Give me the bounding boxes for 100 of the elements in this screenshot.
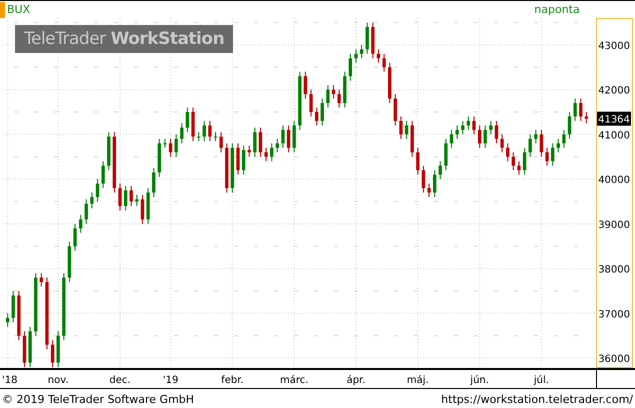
- candle: [320, 98, 324, 126]
- candle: [236, 142, 240, 176]
- y-axis-label: 41000: [598, 130, 630, 142]
- candle: [253, 127, 257, 158]
- candle: [304, 71, 308, 100]
- candle: [416, 147, 420, 176]
- x-axis-label: nov.: [48, 375, 69, 386]
- x-axis-label: máj.: [406, 375, 429, 386]
- candle: [332, 84, 336, 100]
- candle: [50, 340, 54, 368]
- candle: [371, 22, 375, 59]
- candle: [6, 312, 10, 328]
- candle: [107, 132, 110, 171]
- candle: [135, 194, 139, 206]
- candle: [484, 124, 487, 148]
- x-axis-label: '19: [162, 375, 178, 386]
- candle: [343, 71, 346, 108]
- y-axis-label: 36000: [598, 354, 630, 366]
- candle: [112, 132, 116, 194]
- y-axis-label: 43000: [598, 40, 630, 52]
- candle: [360, 44, 364, 59]
- candle: [101, 160, 105, 189]
- candle: [158, 138, 161, 178]
- candle: [438, 160, 442, 180]
- candle: [579, 98, 582, 122]
- candle: [315, 107, 318, 126]
- y-axis-label: 42000: [598, 86, 630, 97]
- candle: [174, 134, 178, 158]
- candle: [466, 116, 470, 130]
- candle: [12, 290, 15, 323]
- candle: [354, 48, 358, 64]
- candle: [242, 145, 246, 176]
- candle: [506, 142, 510, 162]
- candle: [326, 84, 330, 108]
- candle: [90, 192, 94, 209]
- candle: [208, 120, 212, 142]
- candle: [214, 132, 218, 142]
- candle: [500, 134, 504, 153]
- url-text: https://workstation.teletrader.com/: [441, 392, 633, 406]
- candle: [264, 147, 268, 162]
- candle: [562, 129, 566, 148]
- y-axis-label: 38000: [598, 264, 630, 276]
- candle: [180, 122, 184, 144]
- candle: [489, 120, 493, 135]
- candle: [258, 127, 262, 158]
- candle: [512, 152, 515, 171]
- candle: [517, 160, 521, 176]
- candle: [376, 48, 380, 64]
- candle: [534, 129, 538, 144]
- candle: [348, 53, 352, 82]
- x-axis-label: febr.: [221, 375, 244, 386]
- candle: [56, 330, 60, 368]
- x-axis-label: '18: [2, 375, 18, 386]
- candle: [28, 326, 32, 368]
- candle: [168, 138, 172, 158]
- candle: [118, 183, 122, 211]
- candle: [202, 120, 206, 142]
- candle: [22, 330, 26, 368]
- candle: [545, 147, 549, 166]
- candle: [197, 132, 200, 142]
- candle: [152, 167, 156, 198]
- symbol-marker: [0, 2, 5, 18]
- candle: [584, 112, 588, 124]
- copyright-text: © 2019 TeleTrader Software GmbH: [2, 392, 194, 406]
- candle: [573, 98, 577, 122]
- candle: [455, 124, 459, 140]
- x-axis-label: jún.: [470, 375, 489, 386]
- candle: [388, 62, 392, 104]
- candle: [270, 142, 274, 162]
- candle: [366, 22, 369, 54]
- y-axis-label: 40000: [598, 175, 630, 186]
- x-axis-label: dec.: [109, 375, 131, 386]
- candle: [73, 223, 77, 252]
- candle: [404, 120, 408, 140]
- candle: [276, 138, 279, 153]
- candle: [163, 138, 167, 148]
- candle: [248, 145, 251, 158]
- candle: [556, 138, 560, 153]
- candle: [461, 120, 464, 135]
- y-axis-label: 37000: [598, 309, 630, 320]
- y-axis-label: 39000: [598, 220, 630, 231]
- candle: [433, 170, 436, 198]
- candle: [427, 183, 431, 198]
- candle: [568, 112, 572, 140]
- candle: [140, 194, 144, 224]
- candle: [68, 241, 72, 283]
- candle: [281, 124, 285, 148]
- price-badge: 41364: [597, 112, 631, 126]
- candle: [79, 214, 82, 234]
- candle: [34, 272, 38, 336]
- candle: [292, 120, 296, 153]
- candle: [17, 290, 21, 341]
- candle: [450, 129, 454, 148]
- candle: [422, 165, 426, 194]
- candle: [309, 89, 313, 117]
- candle: [298, 71, 302, 130]
- candle: [394, 94, 397, 126]
- logo: TeleTrader WorkStation: [15, 25, 234, 53]
- candle: [124, 185, 128, 211]
- candle: [286, 124, 290, 153]
